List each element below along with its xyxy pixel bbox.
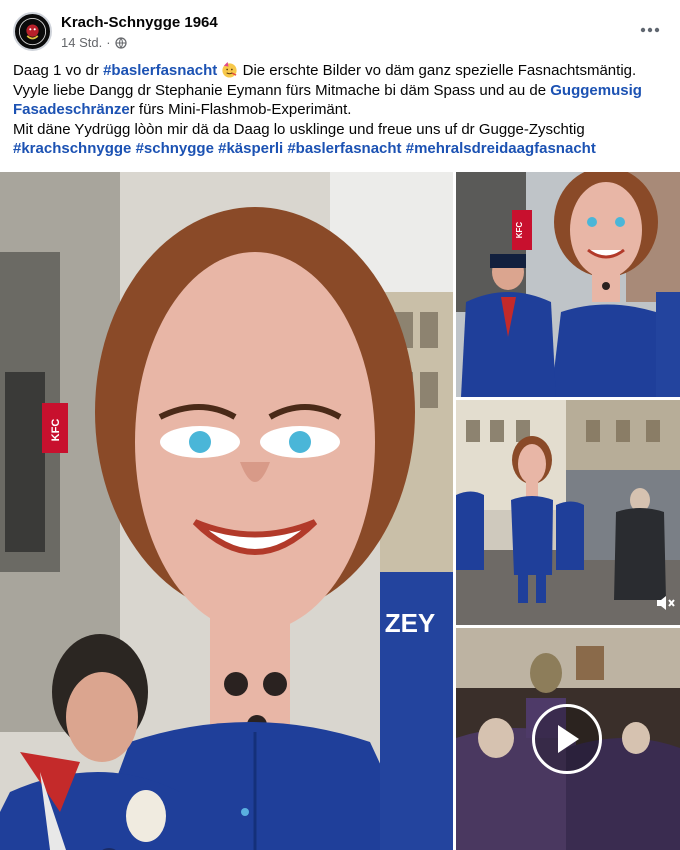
- globe-icon[interactable]: [114, 36, 127, 49]
- mute-button[interactable]: [654, 592, 676, 614]
- post-meta: 14 Std. ·: [61, 35, 127, 50]
- kfc-sign-text: KFC: [50, 419, 62, 442]
- carnival-mask-photo: KFC ZEY: [0, 172, 453, 850]
- photo-thumbnail-3[interactable]: [456, 400, 680, 625]
- caption-text: r fürs Mini-Flashmob-Experimänt.: [129, 101, 352, 118]
- video-play-button[interactable]: [532, 704, 602, 774]
- speaker-muted-icon: [657, 596, 675, 610]
- jacket-back-text: ZEY: [385, 608, 436, 638]
- hashtag-baslerfasnacht[interactable]: #baslerfasnacht: [287, 140, 401, 157]
- photo-thumbnail-2[interactable]: KFC: [456, 172, 680, 397]
- more-options-icon: [640, 27, 660, 33]
- caption-text: Daag 1 vo dr: [13, 62, 104, 79]
- play-icon: [558, 725, 579, 753]
- street-parade-photo: [456, 400, 680, 625]
- krach-schnygge-logo-icon: [15, 14, 50, 49]
- page-avatar[interactable]: [13, 12, 52, 51]
- post-timestamp[interactable]: 14 Std.: [61, 35, 102, 50]
- hashtag-krachschnygge[interactable]: #krachschnygge: [13, 140, 131, 157]
- hashtag-kasperli[interactable]: #käsperli: [218, 140, 283, 157]
- hashtag-mehralsdreidaagfasnacht[interactable]: #mehralsdreidaagfasnacht: [406, 140, 596, 157]
- parade-mask-photo: KFC: [456, 172, 680, 397]
- media-grid: KFC ZEY KFC: [0, 172, 680, 850]
- kfc-sign-text-small: KFC: [515, 222, 524, 239]
- hashtag-schnygge[interactable]: #schnygge: [136, 140, 214, 157]
- caption-text: Mit däne Yydrügg lòòn mir dä da Daag lo …: [13, 120, 585, 138]
- more-options-button[interactable]: [636, 18, 664, 42]
- main-photo[interactable]: KFC ZEY: [0, 172, 453, 850]
- page-name-link[interactable]: Krach-Schnygge 1964: [61, 14, 218, 31]
- partying-face-emoji-icon: [222, 61, 238, 78]
- hashtag-baslerfasnacht[interactable]: #baslerfasnacht: [103, 62, 217, 79]
- post-caption: Daag 1 vo dr #baslerfasnacht Die erschte…: [13, 61, 668, 159]
- meta-separator: ·: [106, 35, 111, 50]
- post-header: Krach-Schnygge 1964 14 Std. ·: [0, 0, 680, 60]
